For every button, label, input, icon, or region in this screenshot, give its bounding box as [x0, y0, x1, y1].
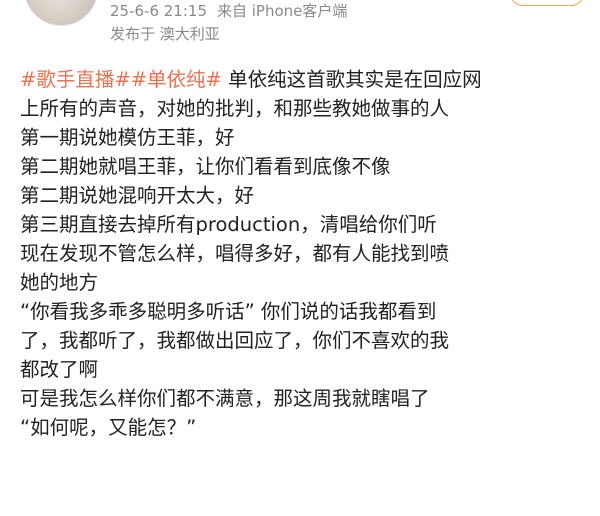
post-body: #歌手直播##单依纯# 单依纯这首歌其实是在回应网 上所有的声音，对她的批判，和…	[20, 65, 590, 442]
post-timestamp: 25-6-6 21:15	[110, 2, 207, 20]
post-location: 发布于 澳大利亚	[110, 25, 220, 43]
hashtag-link[interactable]: #歌手直播#	[20, 68, 131, 91]
post-line: 都改了啊	[20, 358, 99, 381]
post-line: 第三期直接去掉所有production，清唱给你们听	[20, 213, 437, 236]
hashtag-link[interactable]: #单依纯#	[131, 68, 222, 91]
post-source: 来自 iPhone客户端	[217, 2, 348, 20]
post-line: 上所有的声音，对她的批判，和那些教她做事的人	[20, 97, 450, 120]
post-line: 可是我怎么样你们都不满意，那这周我就瞎唱了	[20, 387, 430, 410]
post-meta-time: 25-6-6 21:15 来自 iPhone客户端	[110, 1, 347, 21]
post-line: “如何呢，又能怎？”	[20, 416, 197, 439]
post-text: 单依纯这首歌其实是在回应网	[228, 68, 482, 91]
post-line: 第二期她就唱王菲，让你们看看到底像不像	[20, 155, 391, 178]
post-line: #歌手直播##单依纯# 单依纯这首歌其实是在回应网	[20, 65, 590, 94]
post-line: 第一期说她模仿王菲，好	[20, 126, 235, 149]
post-line: 她的地方	[20, 271, 99, 294]
post-line: 第二期说她混响开太大，好	[20, 184, 255, 207]
post-line: 了，我都听了，我都做出回应了，你们不喜欢的我	[20, 329, 450, 352]
post-line: “你看我多乖多聪明多听话” 你们说的话我都看到	[20, 300, 437, 323]
post-line: 现在发现不管怎么样，唱得多好，都有人能找到喷	[20, 242, 450, 265]
follow-button[interactable]	[510, 0, 584, 6]
avatar[interactable]	[24, 0, 98, 26]
